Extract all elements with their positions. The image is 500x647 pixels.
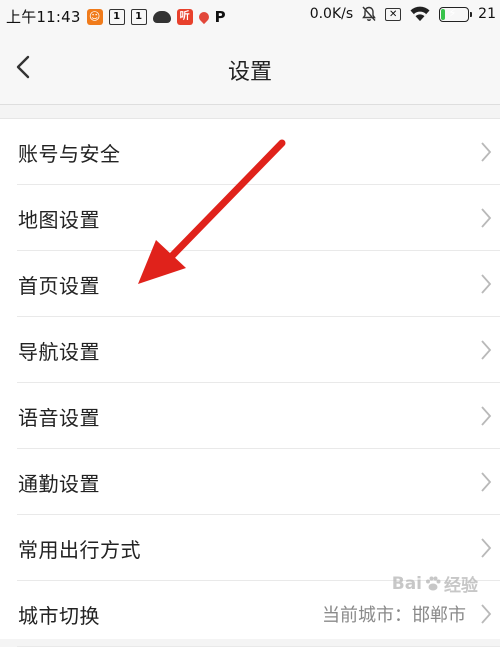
settings-item-commute[interactable]: 通勤设置 — [0, 449, 500, 515]
battery-cap — [470, 11, 473, 17]
box-one-icon: 1 — [130, 8, 147, 25]
header: 设置 — [0, 32, 500, 105]
settings-item-label: 账号与安全 — [18, 141, 121, 166]
listen-app-icon: 听 — [176, 8, 193, 25]
network-speed: 0.0K/s — [309, 6, 354, 22]
current-city-value: 当前城市：邯郸市 — [322, 605, 466, 626]
paw-icon — [426, 576, 441, 590]
sim-off-icon: ✕ — [385, 7, 402, 21]
chevron-right-icon — [481, 274, 492, 294]
page-title: 设置 — [227, 60, 272, 85]
settings-list: 账号与安全 地图设置 首页设置 导航设置 语音设置 通勤设置 常用出行方式 城市… — [0, 118, 500, 647]
battery-icon: ⚡ — [439, 5, 473, 22]
status-time: 上午11:43 — [6, 8, 81, 26]
bell-muted-icon — [362, 6, 376, 21]
settings-item-label: 地图设置 — [18, 207, 100, 232]
wifi-icon — [410, 6, 430, 21]
status-bar: 上午11:43 ☺ 1 1 听 P 0.0K/s ✕ ⚡ 21 — [0, 0, 500, 32]
settings-item-label: 城市切换 — [18, 603, 100, 628]
p-app-icon: P — [214, 7, 226, 26]
baidu-watermark: Bai 经验 — [391, 571, 478, 597]
settings-item-label: 语音设置 — [18, 405, 100, 430]
battery-level: 21 — [478, 6, 496, 22]
charging-bolt-icon: ⚡ — [448, 5, 457, 20]
status-left: 上午11:43 ☺ 1 1 听 P — [6, 6, 226, 27]
settings-item-account-security[interactable]: 账号与安全 — [0, 119, 500, 185]
settings-item-label: 常用出行方式 — [18, 537, 141, 562]
settings-item-label: 导航设置 — [18, 339, 100, 364]
app-notification-icon: ☺ — [86, 8, 103, 25]
chevron-right-icon — [481, 142, 492, 162]
chevron-right-icon — [481, 208, 492, 228]
settings-item-navigation[interactable]: 导航设置 — [0, 317, 500, 383]
chevron-right-icon — [481, 340, 492, 360]
cloud-icon — [152, 10, 171, 23]
chevron-right-icon — [481, 604, 492, 624]
settings-item-home[interactable]: 首页设置 — [0, 251, 500, 317]
settings-item-label: 通勤设置 — [18, 471, 100, 496]
chevron-right-icon — [481, 538, 492, 558]
chevron-right-icon — [481, 472, 492, 492]
box-one-icon: 1 — [108, 8, 125, 25]
settings-item-map[interactable]: 地图设置 — [0, 185, 500, 251]
settings-item-voice[interactable]: 语音设置 — [0, 383, 500, 449]
battery-fill — [441, 8, 446, 20]
status-right: 0.0K/s ✕ ⚡ 21 — [309, 5, 496, 23]
location-pin-icon — [196, 9, 211, 24]
settings-item-label: 首页设置 — [18, 273, 100, 298]
watermark-prefix: Bai — [391, 573, 422, 594]
chevron-right-icon — [481, 406, 492, 426]
watermark-suffix: 经验 — [444, 576, 478, 596]
